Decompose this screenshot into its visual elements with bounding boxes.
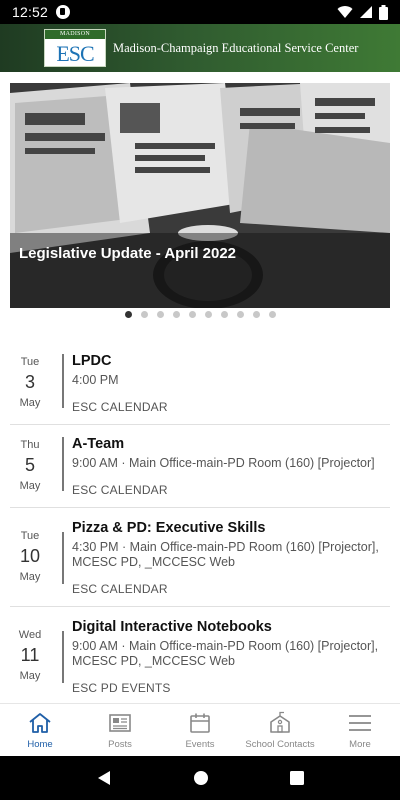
home-icon (29, 713, 51, 733)
carousel-caption[interactable]: Legislative Update - April 2022 (19, 245, 236, 262)
newspaper-icon (109, 714, 131, 732)
event-day: 5 (24, 455, 35, 475)
event-calendar: ESC PD EVENTS (72, 681, 171, 695)
event-meta: 4:30 PM · Main Office-main-PD Room (160)… (72, 540, 379, 569)
event-body: A-Team 9:00 AM · Main Office-main-PD Roo… (72, 436, 390, 471)
nav-school-contacts[interactable]: School Contacts (240, 704, 320, 756)
event-title: A-Team (72, 436, 125, 452)
carousel-dot[interactable] (236, 311, 244, 318)
nav-label: More (349, 739, 371, 750)
event-title: LPDC (72, 353, 112, 369)
logo-letters: ESC (56, 40, 94, 66)
carousel-dot[interactable] (124, 311, 132, 318)
carousel-dot[interactable] (220, 311, 228, 318)
recents-icon[interactable] (289, 771, 304, 785)
event-divider (62, 532, 64, 584)
nav-label: School Contacts (245, 739, 315, 750)
carousel-dot[interactable] (252, 311, 260, 318)
carousel-dot[interactable] (140, 311, 148, 318)
menu-icon (349, 715, 371, 731)
carousel-dot[interactable] (172, 311, 180, 318)
event-body: LPDC 4:00 PM (72, 353, 390, 388)
nav-label: Posts (108, 739, 132, 750)
event-month: May (19, 397, 41, 409)
status-time: 12:52 (12, 4, 49, 20)
nav-posts[interactable]: Posts (80, 704, 160, 756)
event-calendar: ESC CALENDAR (72, 400, 168, 414)
event-calendar: ESC CALENDAR (72, 582, 168, 596)
event-divider (62, 437, 64, 491)
event-item[interactable]: Tue 10 May Pizza & PD: Executive Skills … (10, 508, 390, 607)
school-icon (270, 711, 290, 733)
event-item[interactable]: Thu 5 May A-Team 9:00 AM · Main Office-m… (10, 425, 390, 508)
event-date: Thu 5 May (10, 439, 50, 492)
event-calendar: ESC CALENDAR (72, 483, 168, 497)
event-meta: 9:00 AM · Main Office-main-PD Room (160)… (72, 639, 379, 668)
logo-top-text: MADISON CHAMPAIGN (45, 30, 105, 46)
home-button-icon[interactable] (193, 770, 209, 786)
nav-label: Home (27, 739, 53, 750)
event-date: Tue 3 May (10, 356, 50, 409)
cellular-icon (360, 6, 372, 18)
nav-home[interactable]: Home (0, 704, 80, 756)
bottom-navigation: Home Posts Events School Contacts More (0, 703, 400, 756)
system-navigation-bar (0, 756, 400, 800)
battery-icon (379, 4, 388, 20)
event-day: 11 (20, 645, 40, 665)
nav-events[interactable]: Events (160, 704, 240, 756)
event-meta: 9:00 AM · Main Office-main-PD Room (160)… (72, 456, 375, 470)
status-bar: 12:52 (0, 0, 400, 24)
notification-app-icon (56, 5, 71, 19)
event-item[interactable]: Wed 11 May Digital Interactive Notebooks… (10, 607, 390, 703)
event-weekday: Thu (20, 439, 40, 451)
event-title: Digital Interactive Notebooks (72, 619, 272, 635)
event-date: Tue 10 May (10, 530, 50, 583)
event-month: May (19, 670, 41, 682)
event-date: Wed 11 May (10, 629, 50, 682)
event-title: Pizza & PD: Executive Skills (72, 520, 266, 536)
event-body: Pizza & PD: Executive Skills 4:30 PM · M… (72, 520, 390, 570)
event-weekday: Tue (20, 356, 40, 368)
back-icon[interactable] (96, 770, 112, 786)
app-header: MADISON CHAMPAIGN ESC Madison-Champaign … (0, 24, 400, 72)
news-carousel[interactable]: Legislative Update - April 2022 (10, 83, 390, 308)
nav-more[interactable]: More (320, 704, 400, 756)
calendar-icon (190, 713, 210, 733)
wifi-icon (337, 6, 353, 19)
event-day: 10 (19, 546, 41, 566)
event-body: Digital Interactive Notebooks 9:00 AM · … (72, 619, 390, 669)
event-meta: 4:00 PM (72, 373, 119, 387)
carousel-dot[interactable] (156, 311, 164, 318)
event-day: 3 (24, 372, 35, 392)
event-divider (62, 631, 64, 683)
event-weekday: Wed (18, 629, 42, 641)
carousel-dot[interactable] (204, 311, 212, 318)
event-divider (62, 354, 64, 408)
nav-label: Events (185, 739, 215, 750)
carousel-dot[interactable] (268, 311, 276, 318)
event-month: May (19, 571, 41, 583)
app-title: Madison-Champaign Educational Service Ce… (113, 40, 359, 55)
carousel-pagination (0, 311, 400, 321)
esc-logo: MADISON CHAMPAIGN ESC (44, 29, 106, 67)
event-month: May (19, 480, 41, 492)
status-indicators (337, 4, 388, 20)
event-item[interactable]: Tue 3 May LPDC 4:00 PM ESC CALENDAR (10, 342, 390, 425)
event-weekday: Tue (20, 530, 40, 542)
carousel-dot[interactable] (188, 311, 196, 318)
